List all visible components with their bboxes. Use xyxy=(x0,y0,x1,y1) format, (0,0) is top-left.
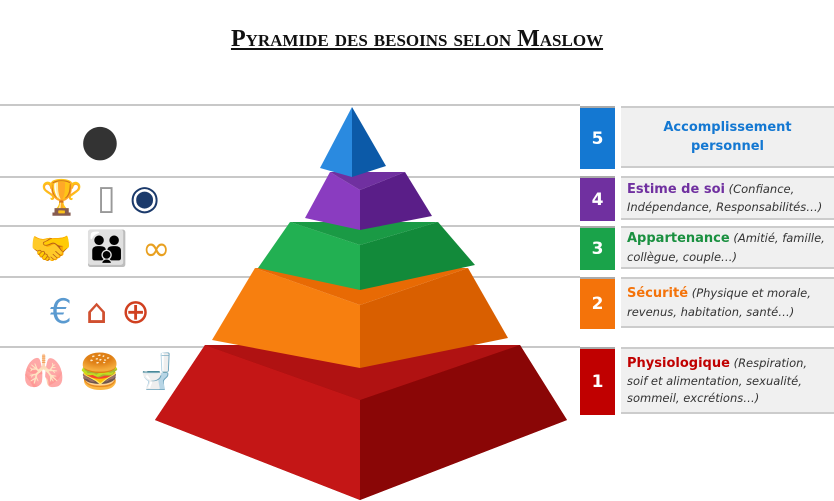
level-number: 3 xyxy=(580,226,615,270)
stacked-stones-icon: ● xyxy=(80,115,120,166)
level-name: Appartenance xyxy=(627,231,730,247)
lungs-icon: 🫁 xyxy=(22,352,65,392)
rings-icon: ∞ xyxy=(142,229,171,269)
money-bag-icon: € xyxy=(50,292,72,332)
level-number: 4 xyxy=(580,176,615,221)
level-label-4: Estime de soi (Confiance, Indépendance, … xyxy=(621,176,834,220)
level-number: 1 xyxy=(580,347,615,415)
icons-level-1: 🫁 🍔 🚽 xyxy=(0,352,200,392)
level-label-3: Appartenance (Amitié, famille, collègue,… xyxy=(621,226,834,269)
pyramid-level-1 xyxy=(155,345,567,500)
icons-level-2: € ⌂ ⊕ xyxy=(0,292,200,332)
trophy-icon: 🏆 xyxy=(40,178,83,218)
family-icon: 👪 xyxy=(85,229,129,269)
level-label-1: Physiologique (Respiration, soif et alim… xyxy=(621,347,834,414)
level-name: Estime de soi xyxy=(627,181,725,197)
mirror-icon: ▯ xyxy=(96,178,116,218)
toilet-icon: 🚽 xyxy=(135,352,178,392)
level-label-2: Sécurité (Physique et morale, revenus, h… xyxy=(621,277,834,328)
icons-level-5: ● xyxy=(0,115,200,166)
level-number: 5 xyxy=(580,106,615,169)
pyramid-level-4 xyxy=(305,172,432,230)
family-protection-icon: ◉ xyxy=(129,178,160,218)
pyramid-level-5 xyxy=(320,107,386,177)
level-name: Physiologique xyxy=(627,355,730,371)
food-drink-icon: 🍔 xyxy=(78,352,122,392)
level-number: 2 xyxy=(580,277,615,329)
level-name: Sécurité xyxy=(627,286,689,302)
handshake-icon: 🤝 xyxy=(29,229,72,269)
house-icon: ⌂ xyxy=(85,292,108,332)
level-label-5: Accomplissement personnel xyxy=(621,106,834,168)
medical-icon: ⊕ xyxy=(121,292,150,332)
icons-level-3: 🤝 👪 ∞ xyxy=(0,229,200,269)
level-name: Accomplissement personnel xyxy=(663,119,792,155)
icons-level-4: 🏆 ▯ ◉ xyxy=(0,178,200,218)
